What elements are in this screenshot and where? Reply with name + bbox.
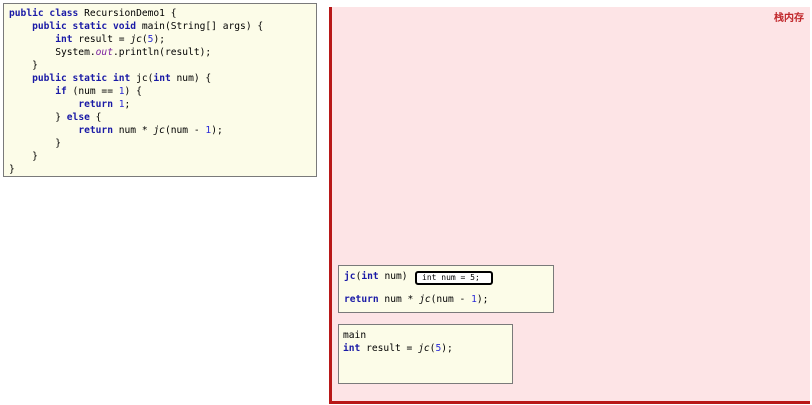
code-token: System. [9, 47, 96, 58]
code-token: int [361, 271, 379, 282]
code-line: public static int jc(int num) { [9, 72, 311, 85]
code-token: ); [441, 343, 453, 354]
code-line: int result = jc(5); [9, 33, 311, 46]
code-token: jc [153, 125, 165, 136]
code-token: num * [378, 294, 420, 305]
code-token: (num == [66, 86, 119, 97]
code-line: if (num == 1) { [9, 85, 311, 98]
code-token: else [66, 112, 90, 123]
code-token: if [55, 86, 67, 97]
code-token: ) { [124, 86, 142, 97]
code-token: { [89, 112, 102, 123]
code-token: } [9, 112, 67, 123]
code-line: public class RecursionDemo1 { [9, 7, 311, 20]
code-line: } [9, 150, 311, 163]
code-token: jc [344, 271, 356, 282]
code-token: int [153, 73, 171, 84]
code-token: ); [476, 294, 489, 305]
code-token: ); [211, 125, 223, 136]
code-line: } [9, 59, 311, 72]
stack-frame-jc: jc(int num) int num = 5; return num * jc… [338, 265, 554, 313]
code-token: main [343, 330, 367, 341]
code-token: public static void [32, 21, 137, 32]
code-token: return [344, 294, 379, 305]
code-token: } [9, 138, 61, 149]
code-token: (num - [164, 125, 206, 136]
code-token: } [9, 60, 38, 71]
code-line: return num * jc(num - 1); [9, 124, 311, 137]
code-token: RecursionDemo1 { [78, 8, 177, 19]
code-token: jc( [130, 73, 154, 84]
code-token: num) [378, 271, 408, 282]
code-token: num) { [170, 73, 212, 84]
code-token: result = [72, 34, 131, 45]
code-line: } [9, 163, 311, 176]
code-token: ); [153, 34, 165, 45]
stack-memory-title: 栈内存 [774, 13, 804, 24]
code-token: return [78, 125, 113, 136]
code-line: } else { [9, 111, 311, 124]
code-token: main(String[] args) { [136, 21, 264, 32]
code-token: jc [418, 343, 430, 354]
code-token: public class [9, 8, 79, 19]
code-token: result = [360, 343, 419, 354]
code-token: jc [419, 294, 431, 305]
code-token: int [55, 34, 73, 45]
frame-main-statement: int result = jc(5); [343, 342, 453, 355]
code-line: } [9, 137, 311, 150]
code-token: } [9, 151, 38, 162]
source-code-panel: public class RecursionDemo1 { public sta… [3, 3, 317, 177]
stack-frame-main: main int result = jc(5); [338, 324, 513, 384]
code-token: out [95, 47, 113, 58]
code-token: jc [130, 34, 142, 45]
code-token: .println(result); [112, 47, 212, 58]
code-line: System.out.println(result); [9, 46, 311, 59]
code-line: public static void main(String[] args) { [9, 20, 311, 33]
param-num-box: int num = 5; [415, 271, 493, 285]
code-token: public static int [32, 73, 131, 84]
frame-main-header: main [343, 329, 366, 342]
code-line: return 1; [9, 98, 311, 111]
code-token: ; [124, 99, 131, 110]
code-token: } [9, 164, 15, 175]
frame-jc-statement: return num * jc(num - 1); [344, 293, 488, 306]
frame-jc-header: jc(int num) [344, 270, 408, 283]
code-token: (num - [430, 294, 472, 305]
code-token: int [343, 343, 361, 354]
code-token: num * [112, 125, 154, 136]
code-token: return [78, 99, 113, 110]
